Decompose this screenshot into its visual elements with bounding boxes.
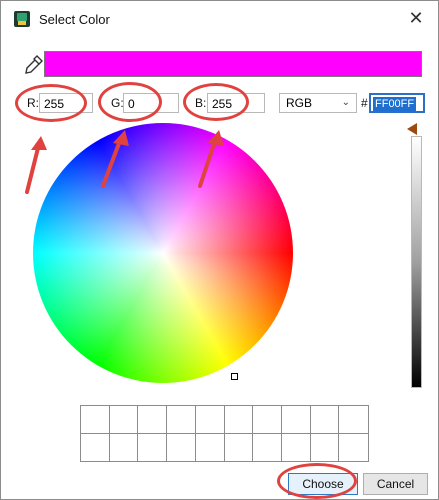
annotation-ring-g bbox=[98, 82, 162, 122]
hex-prefix: # bbox=[361, 96, 368, 110]
swatch[interactable] bbox=[138, 406, 168, 434]
hex-input[interactable]: FF00FF bbox=[369, 93, 425, 113]
swatch[interactable] bbox=[310, 433, 340, 461]
close-icon[interactable]: ✕ bbox=[406, 8, 426, 28]
chevron-down-icon: ⌄ bbox=[341, 97, 350, 108]
color-preview bbox=[44, 51, 422, 77]
swatch[interactable] bbox=[224, 406, 254, 434]
color-model-value: RGB bbox=[286, 96, 313, 110]
swatch[interactable] bbox=[81, 433, 110, 461]
eyedropper-icon[interactable] bbox=[23, 53, 45, 77]
swatch[interactable] bbox=[253, 433, 282, 461]
annotation-arrow bbox=[25, 136, 47, 194]
color-model-select[interactable]: RGB ⌄ bbox=[279, 93, 357, 113]
annotation-ring-b bbox=[183, 83, 249, 121]
annotation-ring-r bbox=[15, 84, 87, 122]
cancel-button[interactable]: Cancel bbox=[363, 473, 428, 495]
title-bar: Select Color ✕ bbox=[1, 1, 438, 37]
swatch[interactable] bbox=[167, 433, 196, 461]
swatch[interactable] bbox=[109, 406, 139, 434]
swatch[interactable] bbox=[310, 406, 340, 434]
brightness-slider-thumb[interactable] bbox=[407, 123, 417, 135]
color-dialog: Select Color ✕ R: 255 G: 0 B: 255 RGB ⌄ … bbox=[0, 0, 439, 500]
swatch[interactable] bbox=[109, 433, 139, 461]
swatch[interactable] bbox=[281, 433, 311, 461]
color-wheel-marker[interactable] bbox=[231, 373, 238, 380]
annotation-arrow bbox=[198, 130, 224, 188]
swatch[interactable] bbox=[253, 406, 282, 434]
custom-color-swatches bbox=[80, 405, 369, 462]
swatch[interactable] bbox=[224, 433, 254, 461]
swatch[interactable] bbox=[339, 406, 368, 434]
annotation-arrow bbox=[101, 130, 129, 188]
app-icon bbox=[14, 11, 30, 27]
swatch[interactable] bbox=[195, 406, 225, 434]
annotation-ring-choose bbox=[277, 463, 357, 499]
swatch[interactable] bbox=[167, 406, 196, 434]
dialog-title: Select Color bbox=[39, 12, 110, 27]
hex-value: FF00FF bbox=[373, 97, 417, 111]
swatch[interactable] bbox=[339, 433, 368, 461]
swatch[interactable] bbox=[195, 433, 225, 461]
brightness-slider[interactable] bbox=[411, 136, 422, 388]
swatch[interactable] bbox=[81, 406, 110, 434]
color-wheel[interactable] bbox=[33, 123, 293, 383]
swatch[interactable] bbox=[281, 406, 311, 434]
swatch[interactable] bbox=[138, 433, 168, 461]
